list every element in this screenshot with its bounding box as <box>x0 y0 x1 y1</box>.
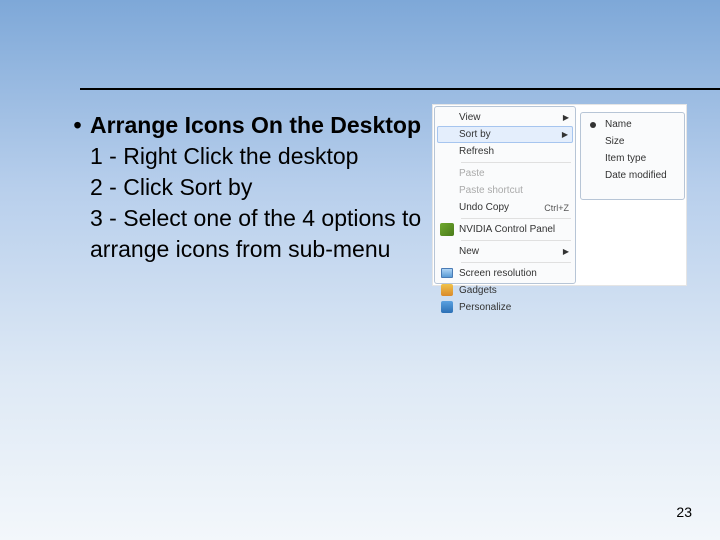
step-2: 2 - Click Sort by <box>65 172 425 203</box>
menu-label: Size <box>605 136 624 147</box>
menu-separator <box>461 162 571 163</box>
submenu-arrow-icon: ▶ <box>563 247 569 256</box>
menu-item-refresh[interactable]: Refresh <box>437 143 573 160</box>
menu-label: Gadgets <box>459 285 497 296</box>
submenu-arrow-icon: ▶ <box>563 113 569 122</box>
menu-label: View <box>459 112 481 123</box>
menu-label: Paste <box>459 168 485 179</box>
bullet-title: Arrange Icons On the Desktop <box>90 110 421 141</box>
menu-label: NVIDIA Control Panel <box>459 224 555 235</box>
title-divider <box>80 88 720 90</box>
submenu-item-itemtype[interactable]: Item type <box>583 150 682 167</box>
main-context-menu: View ▶ Sort by ▶ Refresh Paste Paste sho… <box>434 106 576 284</box>
submenu-arrow-icon: ▶ <box>562 130 568 139</box>
step-1: 1 - Right Click the desktop <box>65 141 425 172</box>
menu-item-gadgets[interactable]: Gadgets <box>437 282 573 299</box>
menu-label: Date modified <box>605 170 667 181</box>
step-3: 3 - Select one of the 4 options to arran… <box>65 203 425 265</box>
menu-label: Sort by <box>459 129 491 140</box>
context-menu-screenshot: View ▶ Sort by ▶ Refresh Paste Paste sho… <box>432 104 687 286</box>
menu-label: Name <box>605 119 632 130</box>
menu-shortcut: Ctrl+Z <box>544 203 569 213</box>
menu-item-undo[interactable]: Undo Copy Ctrl+Z <box>437 199 573 216</box>
menu-label: Item type <box>605 153 646 164</box>
menu-item-new[interactable]: New ▶ <box>437 243 573 260</box>
menu-item-personalize[interactable]: Personalize <box>437 299 573 316</box>
menu-item-sortby[interactable]: Sort by ▶ <box>437 126 573 143</box>
menu-item-paste[interactable]: Paste <box>437 165 573 182</box>
radio-selected-icon <box>590 122 596 128</box>
menu-item-paste-shortcut[interactable]: Paste shortcut <box>437 182 573 199</box>
monitor-icon <box>441 268 453 278</box>
menu-separator <box>461 218 571 219</box>
menu-label: Undo Copy <box>459 202 509 213</box>
menu-label: New <box>459 246 479 257</box>
submenu-item-name[interactable]: Name <box>583 116 682 133</box>
nvidia-icon <box>440 223 454 236</box>
menu-item-nvidia[interactable]: NVIDIA Control Panel <box>437 221 573 238</box>
slide-text-block: • Arrange Icons On the Desktop 1 - Right… <box>65 110 425 265</box>
menu-label: Refresh <box>459 146 494 157</box>
gadgets-icon <box>441 284 453 296</box>
menu-separator <box>461 240 571 241</box>
menu-item-screen-resolution[interactable]: Screen resolution <box>437 265 573 282</box>
menu-item-view[interactable]: View ▶ <box>437 109 573 126</box>
submenu-item-datemodified[interactable]: Date modified <box>583 167 682 184</box>
sortby-submenu: Name Size Item type Date modified <box>580 112 685 200</box>
menu-label: Paste shortcut <box>459 185 523 196</box>
page-number: 23 <box>676 504 692 520</box>
menu-label: Personalize <box>459 302 511 313</box>
menu-separator <box>461 262 571 263</box>
bullet-item: • Arrange Icons On the Desktop <box>65 110 425 141</box>
submenu-item-size[interactable]: Size <box>583 133 682 150</box>
bullet-dot: • <box>65 110 90 141</box>
menu-label: Screen resolution <box>459 268 537 279</box>
personalize-icon <box>441 301 453 313</box>
